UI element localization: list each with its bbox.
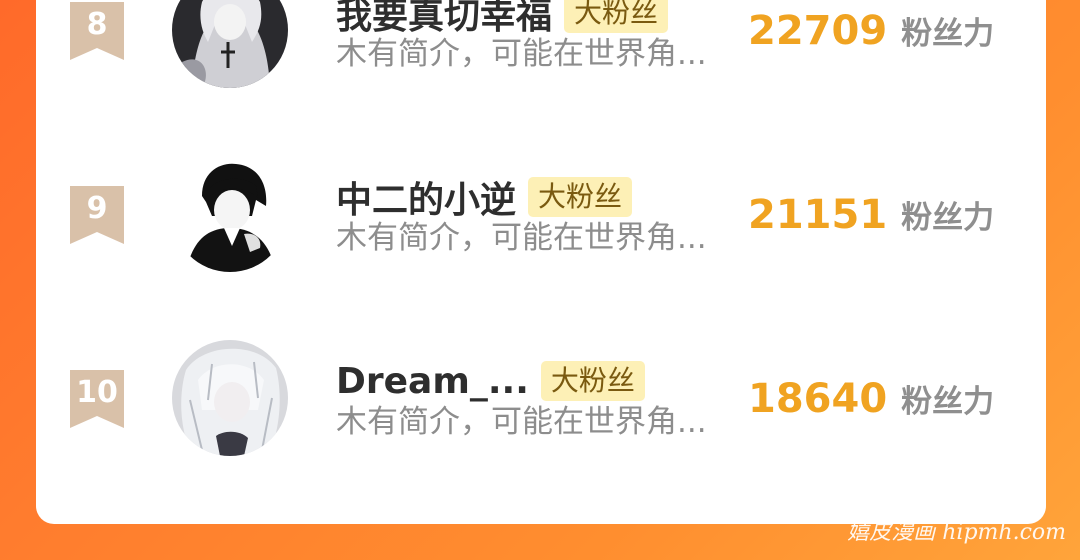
fan-score-unit: 粉丝力 [901,16,995,52]
user-name-line: 中二的小逆 大粉丝 [336,171,633,223]
user-description: 木有简介，可能在世界角... [336,36,707,72]
fan-score-value: 22709 [748,8,888,54]
avatar[interactable] [172,340,288,456]
rank-number: 9 [86,191,108,226]
fan-score-unit: 粉丝力 [901,384,995,420]
avatar[interactable] [172,0,288,88]
user-description: 木有简介，可能在世界角... [336,404,707,440]
user-name-line: 我要真切幸福 大粉丝 [336,0,669,38]
fan-level-badge: 大粉丝 [564,0,669,33]
ranking-row[interactable]: 9 中二的小逆 大粉丝 木有简介，可能在世界角... 21151 粉丝力 [36,156,1046,310]
avatar[interactable] [172,156,288,272]
fan-ranking-panel: 8 我要真切幸福 大粉丝 木有简介，可能在世界角... 22709 粉丝力 9 … [36,0,1046,524]
ranking-row[interactable]: 8 我要真切幸福 大粉丝 木有简介，可能在世界角... 22709 粉丝力 [36,0,1046,126]
user-name-line: Dream_... 大粉丝 [336,356,645,406]
rank-number: 8 [86,7,108,42]
rank-ribbon: 8 [70,2,124,60]
user-name[interactable]: Dream_... [336,361,529,402]
fan-level-badge: 大粉丝 [528,177,633,217]
rank-ribbon: 10 [70,370,124,428]
rank-ribbon: 9 [70,186,124,244]
user-description: 木有简介，可能在世界角... [336,220,707,256]
fan-score: 18640 粉丝力 [748,376,994,422]
rank-number: 10 [76,375,118,410]
fan-score: 21151 粉丝力 [748,192,994,238]
fan-score-unit: 粉丝力 [901,200,995,236]
ranking-row[interactable]: 10 Dream_... 大粉丝 木有简介，可能在世界角... 18640 粉丝… [36,340,1046,494]
user-name[interactable]: 中二的小逆 [336,171,516,223]
site-watermark: 嬉皮漫画 hipmh.com [847,520,1066,545]
fan-score-value: 18640 [748,376,888,422]
fan-score: 22709 粉丝力 [748,8,994,54]
fan-score-value: 21151 [748,192,888,238]
fan-level-badge: 大粉丝 [540,361,645,401]
